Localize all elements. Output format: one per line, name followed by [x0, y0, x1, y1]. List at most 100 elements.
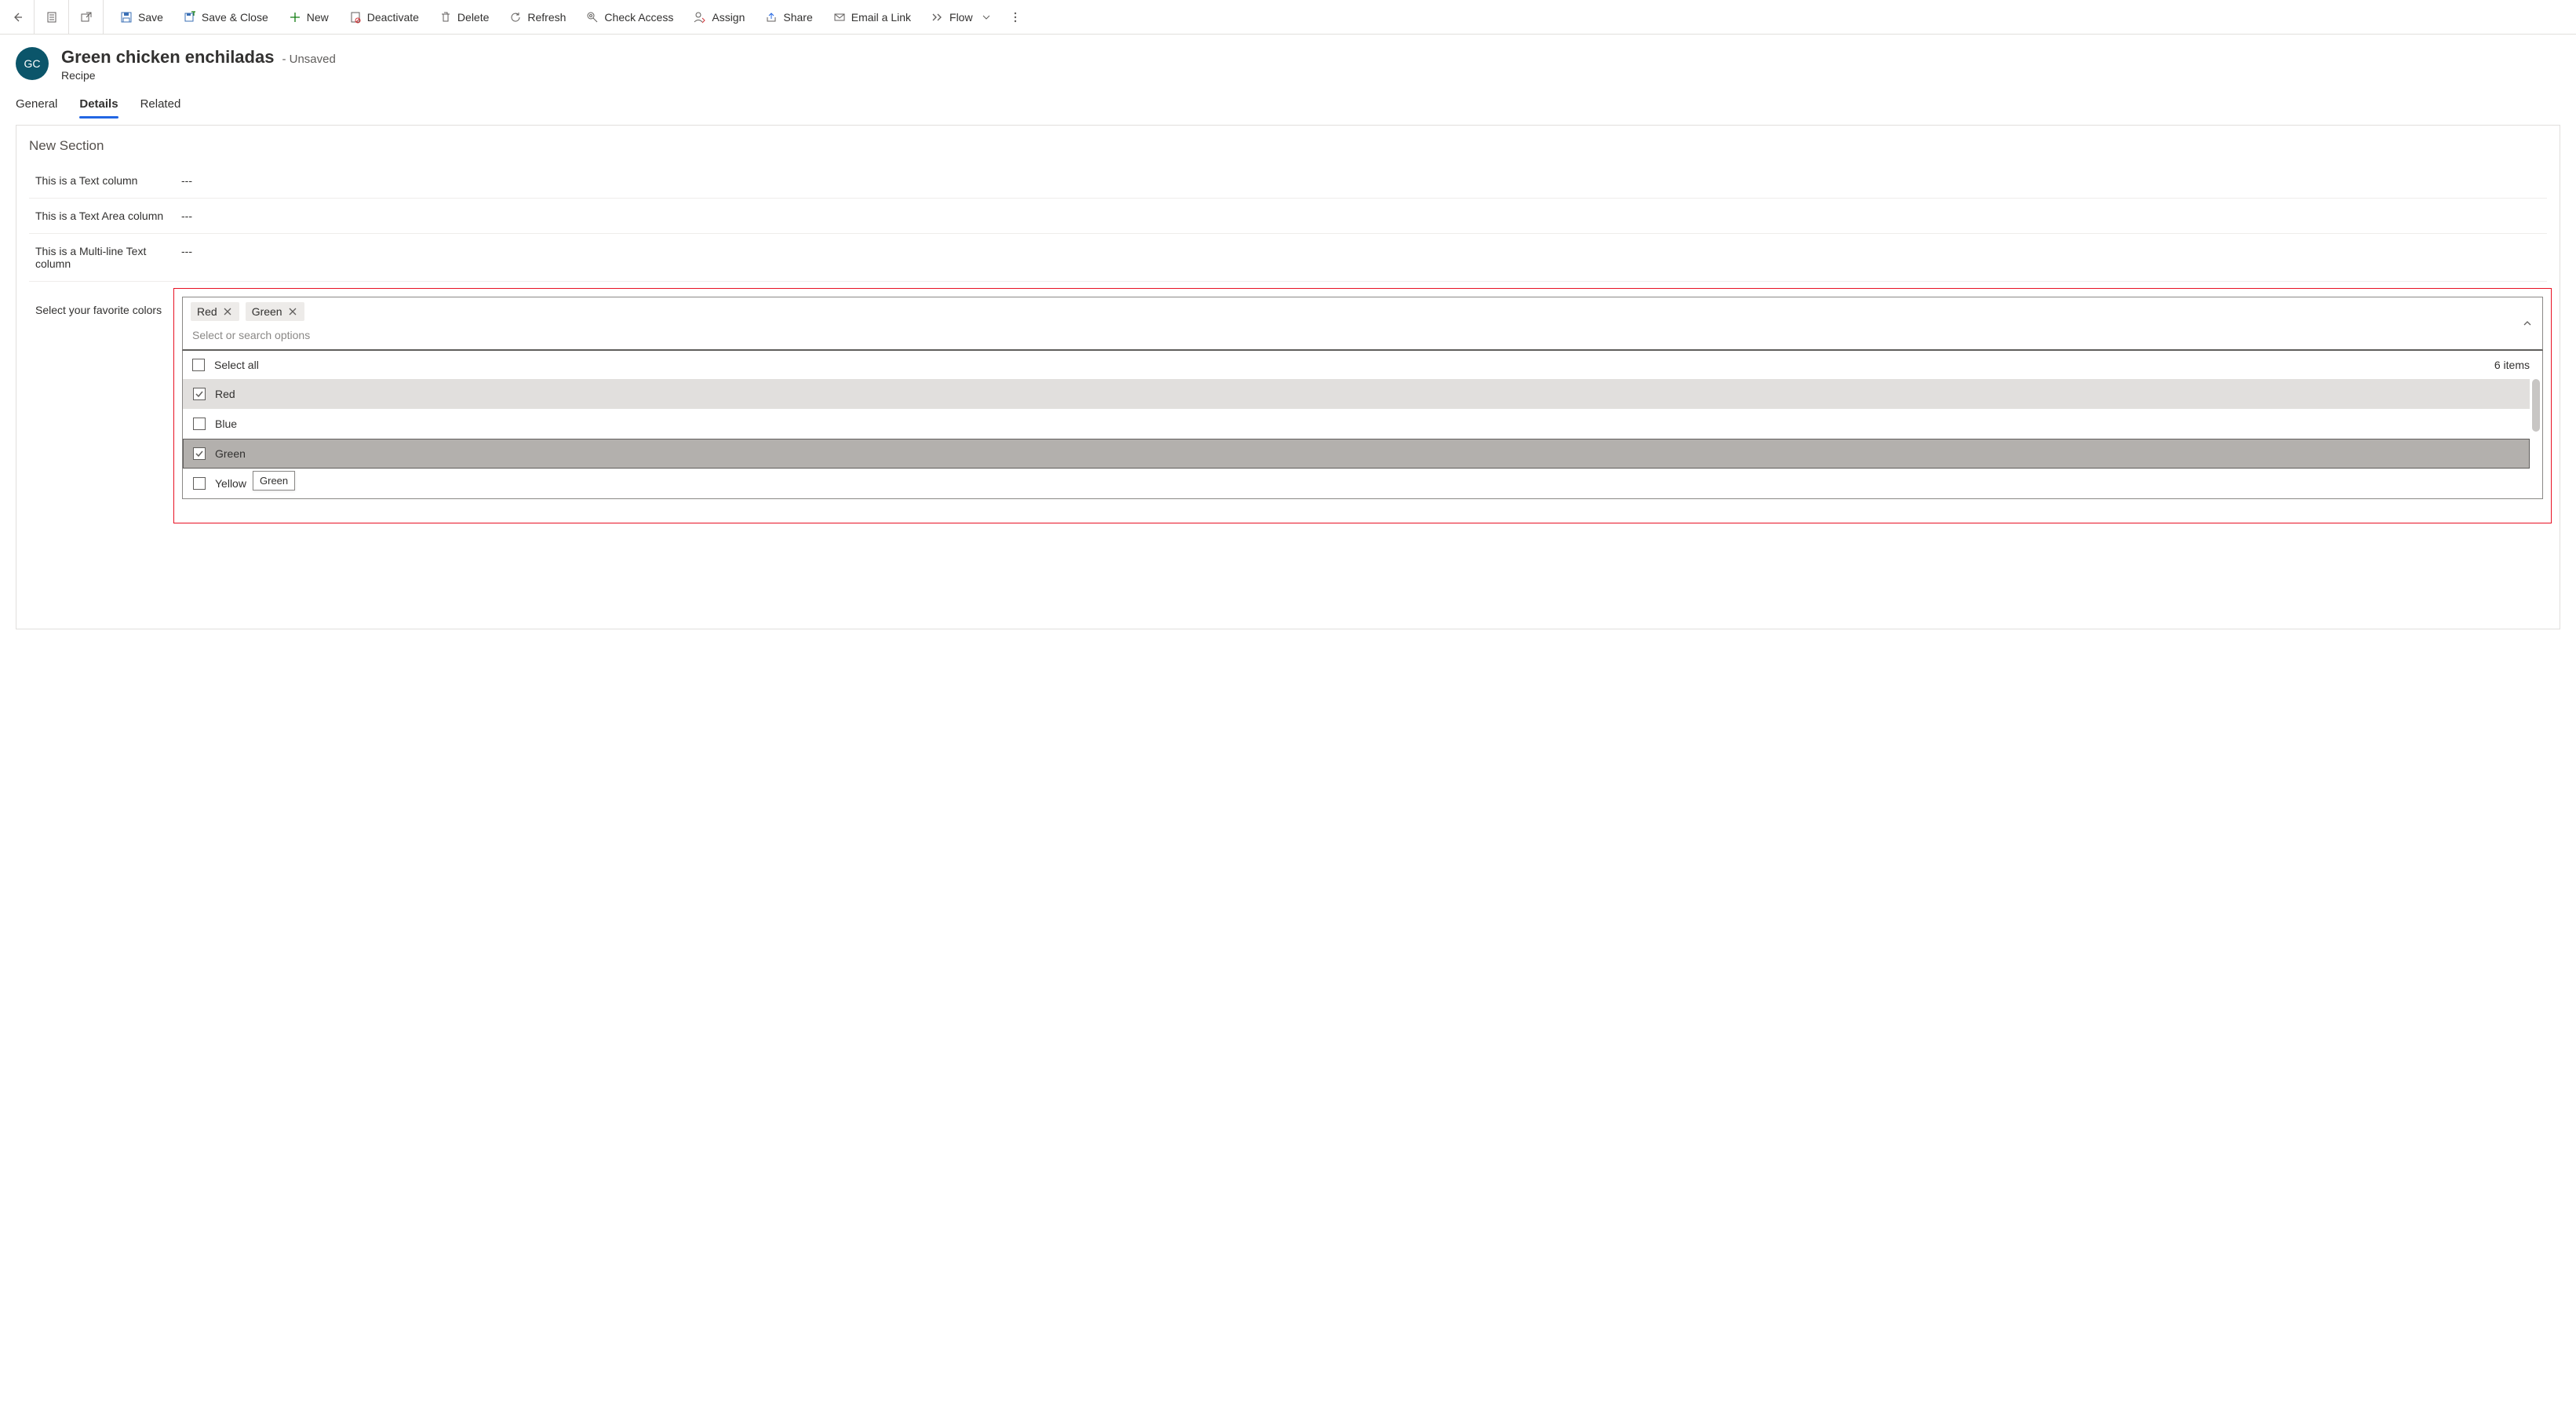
- refresh-button[interactable]: Refresh: [499, 0, 576, 35]
- form-selector[interactable]: [35, 0, 69, 35]
- assign-button[interactable]: Assign: [683, 0, 755, 35]
- save-close-label: Save & Close: [202, 11, 268, 24]
- flow-button[interactable]: Flow: [921, 0, 1001, 35]
- collapse-caret[interactable]: [2522, 318, 2533, 329]
- tooltip: Green: [253, 471, 295, 491]
- deactivate-button[interactable]: Deactivate: [339, 0, 429, 35]
- record-header: GC Green chicken enchiladas - Unsaved Re…: [0, 35, 2576, 85]
- popout-button[interactable]: [69, 0, 104, 35]
- multiselect-dropdown: Select all 6 items Red Blue: [182, 351, 2543, 499]
- checkbox-icon: [193, 447, 206, 460]
- email-link-label: Email a Link: [851, 11, 911, 24]
- delete-button[interactable]: Delete: [429, 0, 499, 35]
- email-link-button[interactable]: Email a Link: [823, 0, 921, 35]
- tab-related[interactable]: Related: [140, 93, 181, 119]
- more-vertical-icon: [1009, 11, 1022, 24]
- trash-icon: [439, 11, 452, 24]
- chevron-up-icon: [2522, 318, 2533, 329]
- save-button[interactable]: Save: [110, 0, 173, 35]
- check-access-icon: [586, 11, 599, 24]
- unsaved-indicator: - Unsaved: [282, 53, 335, 66]
- share-button[interactable]: Share: [755, 0, 822, 35]
- command-bar: Save Save & Close New Deactivate Delete …: [0, 0, 2576, 35]
- new-button[interactable]: New: [279, 0, 339, 35]
- checkbox-icon: [193, 477, 206, 490]
- dropdown-header: Select all 6 items: [183, 351, 2542, 379]
- new-label: New: [307, 11, 329, 24]
- field-textarea-value[interactable]: ---: [178, 210, 2547, 222]
- chip-red-label: Red: [197, 305, 217, 318]
- field-text: This is a Text column ---: [29, 163, 2547, 199]
- selected-chips: Red Green: [191, 302, 2508, 321]
- field-text-label: This is a Text column: [29, 174, 178, 187]
- annotation-highlight: Red Green: [173, 288, 2552, 523]
- chip-green: Green: [246, 302, 304, 321]
- option-blue-label: Blue: [215, 418, 237, 430]
- option-green[interactable]: Green: [183, 439, 2530, 469]
- tab-details[interactable]: Details: [79, 93, 118, 119]
- section-title: New Section: [16, 138, 2560, 163]
- option-red-label: Red: [215, 388, 235, 400]
- arrow-left-icon: [11, 11, 24, 24]
- refresh-label: Refresh: [527, 11, 566, 24]
- entity-name: Recipe: [61, 69, 336, 82]
- item-count: 6 items: [2494, 359, 2530, 371]
- record-title: Green chicken enchiladas: [61, 47, 274, 67]
- avatar: GC: [16, 47, 49, 80]
- checkbox-icon: [193, 418, 206, 430]
- deactivate-label: Deactivate: [367, 11, 419, 24]
- field-multiline-label: This is a Multi-line Text column: [29, 245, 178, 270]
- option-yellow[interactable]: Yellow Green: [183, 469, 2530, 498]
- field-textarea-label: This is a Text Area column: [29, 210, 178, 222]
- scrollbar-thumb[interactable]: [2532, 379, 2540, 432]
- avatar-initials: GC: [24, 57, 41, 70]
- field-multiselect: Select your favorite colors Red Green: [29, 282, 2547, 534]
- save-label: Save: [138, 11, 163, 24]
- checkbox-icon: [193, 388, 206, 400]
- assign-icon: [694, 11, 706, 24]
- tooltip-text: Green: [260, 475, 288, 487]
- field-text-value[interactable]: ---: [178, 174, 2547, 187]
- refresh-icon: [509, 11, 522, 24]
- chevron-down-icon: [982, 13, 991, 22]
- chip-green-remove[interactable]: [287, 306, 298, 317]
- form-icon: [46, 11, 58, 24]
- field-multiselect-label: Select your favorite colors: [29, 293, 178, 316]
- scrollbar[interactable]: [2532, 379, 2540, 467]
- deactivate-icon: [349, 11, 362, 24]
- save-icon: [120, 11, 133, 24]
- field-multiline: This is a Multi-line Text column ---: [29, 234, 2547, 282]
- form-panel: New Section This is a Text column --- Th…: [16, 125, 2560, 629]
- field-textarea: This is a Text Area column ---: [29, 199, 2547, 234]
- option-yellow-label: Yellow: [215, 477, 246, 490]
- option-green-label: Green: [215, 447, 246, 460]
- email-icon: [833, 11, 846, 24]
- assign-label: Assign: [712, 11, 745, 24]
- back-button[interactable]: [0, 0, 35, 35]
- tab-general-label: General: [16, 97, 57, 111]
- dropdown-options: Red Blue Green Yellow: [183, 379, 2542, 498]
- flow-icon: [931, 11, 944, 24]
- select-all-checkbox[interactable]: [192, 359, 205, 371]
- popout-icon: [80, 11, 93, 24]
- save-close-icon: [184, 11, 196, 24]
- option-blue[interactable]: Blue: [183, 409, 2530, 439]
- multiselect-search-input[interactable]: [191, 324, 2508, 345]
- form-tabs: General Details Related: [0, 85, 2576, 119]
- tab-general[interactable]: General: [16, 93, 57, 119]
- chip-red-remove[interactable]: [222, 306, 233, 317]
- overflow-button[interactable]: [1001, 0, 1029, 35]
- select-all-label: Select all: [214, 359, 259, 371]
- multiselect-input-box[interactable]: Red Green: [182, 297, 2543, 351]
- chip-green-label: Green: [252, 305, 282, 318]
- share-label: Share: [783, 11, 812, 24]
- close-icon: [223, 307, 232, 316]
- option-red[interactable]: Red: [183, 379, 2530, 409]
- chip-red: Red: [191, 302, 239, 321]
- field-multiline-value[interactable]: ---: [178, 245, 2547, 270]
- check-access-button[interactable]: Check Access: [576, 0, 683, 35]
- tab-related-label: Related: [140, 97, 181, 111]
- flow-label: Flow: [949, 11, 973, 24]
- check-access-label: Check Access: [604, 11, 673, 24]
- save-close-button[interactable]: Save & Close: [173, 0, 279, 35]
